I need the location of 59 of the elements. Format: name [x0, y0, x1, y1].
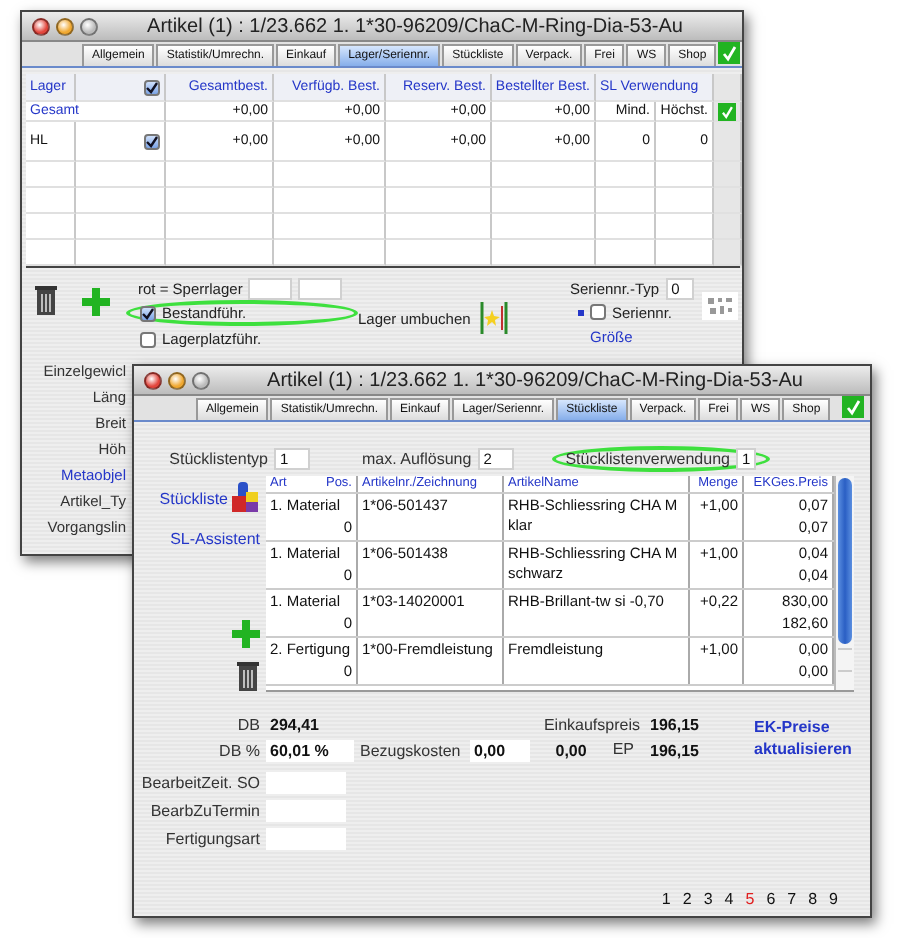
check-icon[interactable]	[718, 101, 736, 121]
field-label: Fertigungsart	[163, 830, 262, 848]
value-text: 0,00	[553, 740, 589, 762]
field-label: EP	[610, 740, 636, 762]
checkbox[interactable]	[590, 304, 606, 320]
field-label: max. Auflösung	[362, 449, 472, 467]
value-text: 196,15	[648, 740, 701, 762]
trash-icon[interactable]	[236, 660, 260, 692]
field-label: Bezugskosten	[358, 742, 463, 760]
page-link[interactable]: 6	[766, 890, 776, 908]
checkbox[interactable]	[140, 331, 156, 347]
page-link[interactable]: 2	[682, 890, 692, 908]
minimize-button[interactable]	[56, 17, 74, 35]
window-title: Artikel (1) : 1/23.662 1. 1*30-96209/ChaC-M-Ring-Dia-53-Au	[145, 15, 685, 37]
page-link[interactable]: 4	[724, 890, 734, 908]
close-button[interactable]	[32, 17, 50, 35]
value-text: 294,41	[268, 714, 321, 736]
check-icon[interactable]	[718, 42, 741, 64]
input-field[interactable]	[298, 277, 343, 299]
zoom-button[interactable]	[80, 17, 98, 35]
checkbox[interactable]	[144, 133, 160, 149]
window-title: Artikel (1) : 1/23.662 1. 1*30-96209/ChaC-M-Ring-Dia-53-Au	[265, 369, 805, 391]
input-field[interactable]: 60,01 %	[266, 740, 354, 762]
field-label: Einkaufspreis	[541, 716, 642, 734]
page-link[interactable]: 9	[829, 890, 838, 908]
page-link[interactable]: 7	[787, 890, 797, 908]
field-label: DB	[235, 716, 262, 734]
scrollbar[interactable]	[834, 476, 854, 690]
link[interactable]: SL-Assistent	[170, 530, 260, 548]
input-field[interactable]: 0,00	[470, 740, 530, 762]
pattern-icon[interactable]	[702, 292, 738, 320]
field-label: Stücklistenverwendung	[565, 449, 730, 467]
input-field[interactable]	[248, 277, 293, 299]
field-label: BearbeitZeit. SO	[139, 774, 262, 792]
field-label: DB %	[217, 742, 262, 760]
minimize-button[interactable]	[168, 371, 186, 389]
close-button[interactable]	[144, 371, 162, 389]
input-field[interactable]	[266, 828, 346, 850]
page-link[interactable]: 3	[703, 890, 713, 908]
zoom-button[interactable]	[192, 371, 210, 389]
shelf-icon[interactable]	[476, 300, 513, 336]
blocks-icon[interactable]	[232, 482, 260, 514]
check-icon[interactable]	[842, 396, 864, 418]
update-link[interactable]: EK-Preise aktualisieren	[726, 716, 870, 760]
input-field[interactable]	[266, 800, 346, 822]
page-link[interactable]: 8	[808, 890, 818, 908]
checkbox[interactable]	[144, 79, 160, 95]
field-label: BearbZuTermin	[148, 802, 262, 820]
value-text: 196,15	[648, 714, 701, 736]
input-field[interactable]	[266, 772, 346, 794]
link[interactable]: Stückliste	[159, 489, 228, 507]
field-label: Stücklistentyp	[167, 449, 268, 467]
trash-icon[interactable]	[34, 284, 58, 316]
bullet-icon	[578, 309, 584, 315]
plus-icon[interactable]	[232, 620, 260, 648]
plus-icon[interactable]	[82, 288, 110, 316]
page-link[interactable]: 1	[661, 890, 671, 908]
checkbox[interactable]	[140, 305, 156, 321]
page-link[interactable]: 5	[745, 890, 755, 908]
